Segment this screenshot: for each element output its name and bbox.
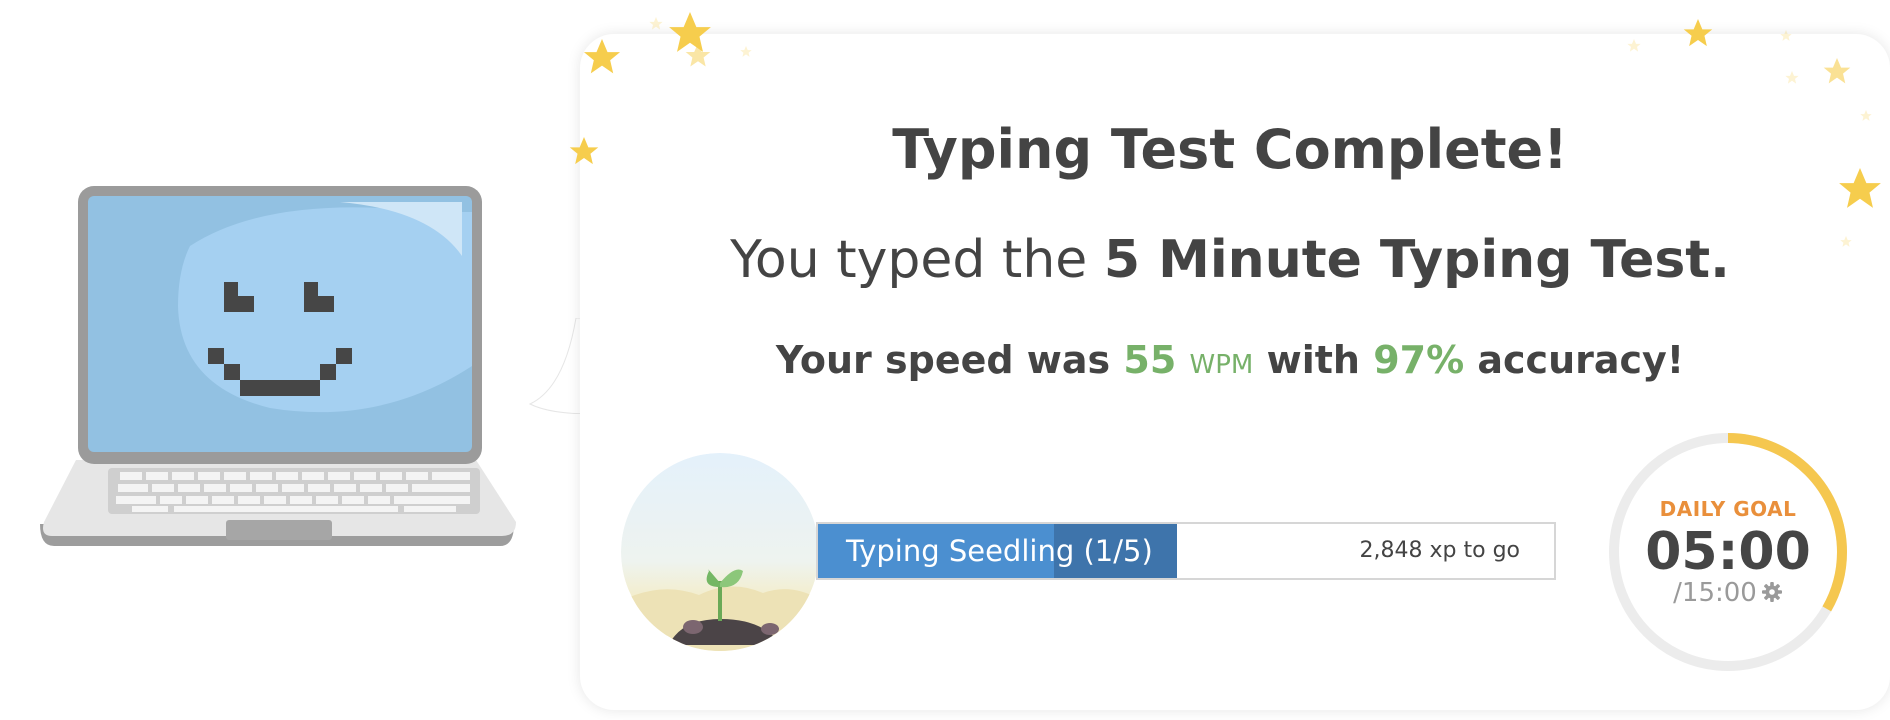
xp-progress-bar: Typing Seedling (1/5) 2,848 xp to go — [816, 522, 1556, 580]
test-name: 5 Minute Typing Test. — [1103, 230, 1730, 290]
accuracy-value: 97% — [1373, 338, 1465, 382]
gear-icon[interactable] — [1761, 580, 1783, 610]
speed-accuracy-line: Your speed was 55 WPM with 97% accuracy! — [580, 338, 1880, 382]
daily-goal-total-row: /15:00 — [1606, 578, 1850, 610]
daily-goal-total: /15:00 — [1673, 578, 1757, 608]
daily-goal-label: DAILY GOAL — [1659, 497, 1797, 521]
results-screen: Typing Test Complete! You typed the 5 Mi… — [0, 0, 1890, 720]
xp-to-go: 2,848 xp to go — [1359, 538, 1520, 563]
laptop-smiley-icon — [40, 186, 516, 546]
test-summary: You typed the 5 Minute Typing Test. — [580, 230, 1880, 290]
speed-unit: WPM — [1189, 350, 1254, 380]
daily-goal-time: 05:00 — [1645, 522, 1811, 582]
test-summary-prefix: You typed the — [730, 230, 1104, 290]
daily-goal-widget: DAILY GOAL 05:00 /15:00 — [1606, 430, 1850, 674]
page-title: Typing Test Complete! — [892, 118, 1568, 181]
speed-value: 55 — [1123, 338, 1177, 382]
speed-prefix: Your speed was — [775, 338, 1124, 382]
accuracy-suffix: accuracy! — [1464, 338, 1685, 382]
level-label: Typing Seedling (1/5) — [846, 534, 1153, 568]
accuracy-prefix: with — [1253, 338, 1374, 382]
star-icon — [649, 17, 663, 30]
seedling-icon — [621, 453, 819, 651]
